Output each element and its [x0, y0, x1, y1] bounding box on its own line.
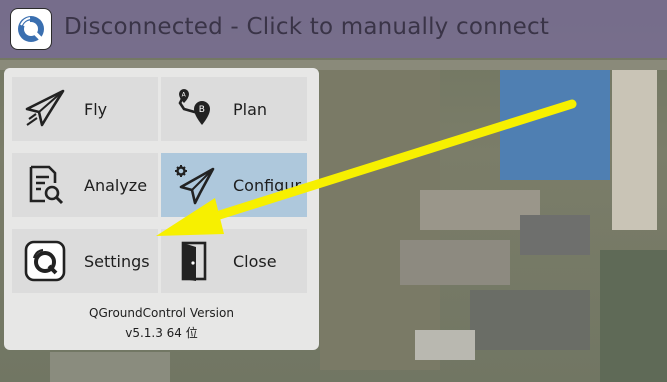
map-trees	[600, 250, 667, 382]
qgc-logo-icon	[18, 16, 44, 42]
analyze-button[interactable]: Analyze	[12, 153, 158, 217]
settings-label: Settings	[84, 251, 150, 271]
configure-label: Configur	[233, 175, 302, 195]
svg-text:B: B	[199, 105, 205, 115]
plan-label: Plan	[233, 99, 268, 119]
route-a-b-icon: A B	[169, 84, 219, 134]
version-number: v5.1.3 64 位	[125, 326, 198, 340]
fly-button[interactable]: Fly	[12, 77, 158, 141]
configure-button[interactable]: Configur	[161, 153, 307, 217]
connection-status-text[interactable]: Disconnected - Click to manually connect	[64, 14, 549, 40]
fly-label: Fly	[84, 99, 108, 119]
map-building	[400, 240, 510, 285]
map-building-blue-roof	[500, 60, 610, 180]
paper-plane-icon	[20, 84, 70, 134]
close-label: Close	[233, 251, 277, 271]
analyze-label: Analyze	[84, 175, 148, 195]
door-icon	[169, 236, 219, 286]
document-search-icon	[20, 160, 70, 210]
plan-button[interactable]: A B Plan	[161, 77, 307, 141]
qgc-logo-button[interactable]	[10, 8, 52, 50]
map-building	[50, 352, 170, 382]
close-button[interactable]: Close	[161, 229, 307, 293]
version-title: QGroundControl Version	[89, 306, 234, 320]
map-building	[470, 290, 590, 350]
map-building	[520, 215, 590, 255]
gear-paper-plane-icon	[169, 160, 219, 210]
qgc-logo-icon	[20, 236, 70, 286]
map-building	[415, 330, 475, 360]
map-building-white	[612, 60, 657, 230]
settings-button[interactable]: Settings	[12, 229, 158, 293]
top-status-bar: Disconnected - Click to manually connect	[0, 0, 667, 58]
